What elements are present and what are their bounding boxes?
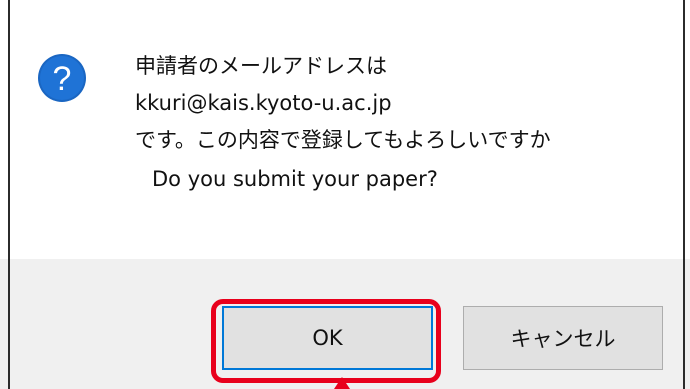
question-glyph: ?: [53, 60, 72, 98]
cancel-button-label: キャンセル: [510, 327, 616, 351]
message-line-email: kkuri@kais.kyoto-u.ac.jp: [135, 91, 392, 115]
dialog-message: 申請者のメールアドレスは kkuri@kais.kyoto-u.ac.jp です…: [135, 48, 675, 198]
ok-button[interactable]: OK: [222, 306, 433, 370]
cancel-button[interactable]: キャンセル: [463, 306, 663, 370]
question-icon: ?: [38, 54, 86, 102]
dialog-frame-right: [683, 0, 685, 389]
message-line-3: です。この内容で登録してもよろしいですか: [135, 128, 551, 152]
annotation-arrow-icon: [334, 377, 350, 389]
message-line-english: Do you submit your paper?: [152, 167, 438, 191]
dialog-frame-left: [8, 0, 10, 389]
message-line-1: 申請者のメールアドレスは: [135, 54, 387, 78]
ok-button-label: OK: [312, 326, 343, 350]
